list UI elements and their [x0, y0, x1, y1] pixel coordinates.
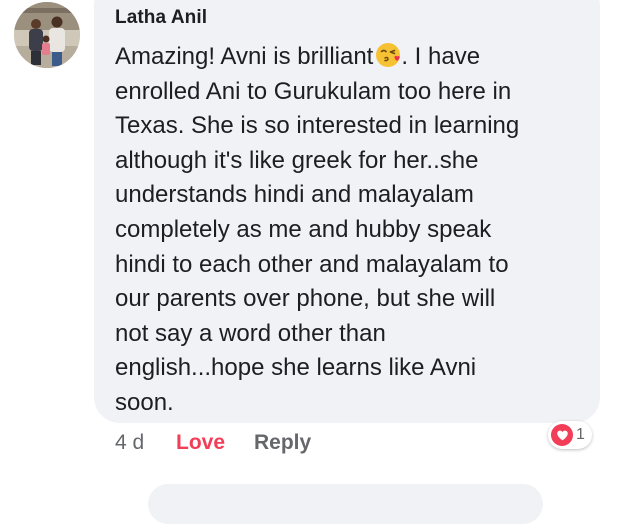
comment-line: english...hope she learns like Avni: [115, 354, 477, 382]
reaction-count: 1: [576, 426, 585, 443]
face-blowing-a-kiss-icon: [375, 42, 401, 68]
comment-line: Texas. She is so interested in learning: [115, 112, 520, 140]
reaction-summary[interactable]: 1: [548, 421, 592, 449]
reply-button[interactable]: Reply: [254, 431, 311, 455]
comment-timestamp[interactable]: 4 d: [115, 431, 144, 455]
comment-line: our parents over phone, but she will: [115, 285, 496, 313]
comment-line: although it's like greek for her..she: [115, 146, 479, 174]
comment-line: soon.: [115, 388, 174, 416]
comment-line: Amazing! Avni is brilliant . I have: [115, 42, 481, 70]
comment-line: hindi to each other and malayalam to: [115, 250, 509, 278]
comment-line: completely as me and hubby speak: [115, 215, 492, 243]
comment-line: understands hindi and malayalam: [115, 181, 474, 209]
comment-author-name[interactable]: Latha Anil: [115, 7, 207, 29]
author-avatar[interactable]: [14, 2, 80, 68]
next-comment-bubble: [148, 484, 543, 524]
comment-text: Amazing! Avni is brilliant . I have enro…: [115, 40, 585, 421]
love-reaction-button[interactable]: Love: [176, 431, 225, 455]
family-photo-image: [14, 2, 80, 68]
comment-line: not say a word other than: [115, 319, 386, 347]
heart-reaction-icon: [551, 424, 573, 446]
comment-line: enrolled Ani to Gurukulam too here in: [115, 77, 512, 105]
